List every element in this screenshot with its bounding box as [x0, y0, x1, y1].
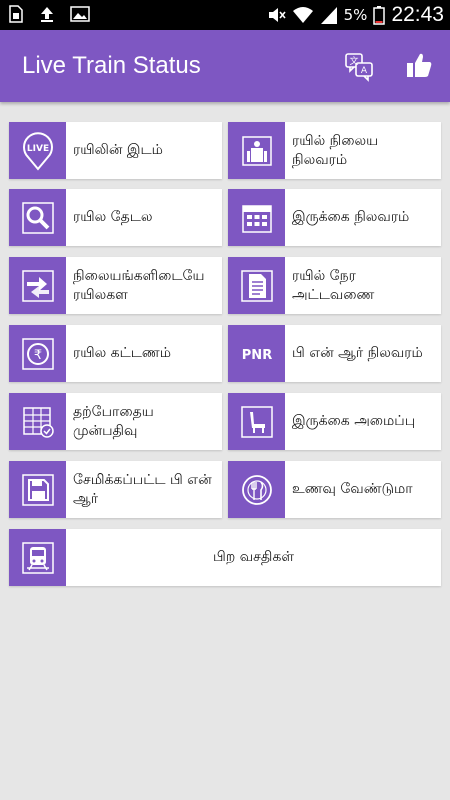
svg-text:文: 文 — [349, 55, 358, 67]
tile-order-food[interactable]: உணவு வேண்டுமா — [228, 461, 441, 518]
tile-label: ரயில தேடல — [73, 209, 153, 225]
tile-seat-availability[interactable]: இருக்கை நிலவரம் — [228, 189, 441, 246]
upload-icon — [41, 7, 53, 22]
tile-station-status[interactable]: ரயில் நிலைய நிலவரம் — [228, 122, 441, 179]
tile-seat-layout[interactable]: இருக்கை அமைப்பு — [228, 393, 441, 450]
tile-icon-box — [9, 529, 66, 586]
tile-icon-box — [228, 189, 285, 246]
signal-icon — [320, 7, 337, 24]
tile-icon-box — [9, 461, 66, 518]
wifi-icon — [292, 7, 313, 23]
tile-saved-pnr[interactable]: சேமிக்கப்பட்ட பி என் ஆர் — [9, 461, 222, 518]
tile-icon-box — [9, 393, 66, 450]
document-icon — [240, 269, 273, 302]
status-bar: 5% 22:43 — [0, 0, 450, 30]
mute-icon — [268, 8, 286, 22]
tile-icon-box: ₹ — [9, 325, 66, 382]
translate-button[interactable]: 文 A — [343, 50, 375, 82]
tile-train-fare[interactable]: ₹ ரயில கட்டணம் — [9, 325, 222, 382]
tile-icon-box — [9, 189, 66, 246]
translate-icon: 文 A — [345, 53, 373, 82]
svg-text:₹: ₹ — [33, 348, 41, 363]
live-location-icon: LIVE — [22, 131, 53, 171]
tile-label: இருக்கை அமைப்பு — [292, 413, 416, 429]
food-icon — [241, 474, 272, 505]
tile-label: ரயில் நேர அட்டவணை — [292, 267, 375, 303]
status-right: 5% 22:43 — [266, 3, 444, 27]
tile-trains-between-stations[interactable]: நிலையங்களிடையே ரயிலகள — [9, 257, 222, 314]
tile-label: ரயிலின் இடம் — [73, 142, 163, 158]
sim-card-icon — [9, 5, 23, 23]
pnr-icon: PNR — [241, 348, 271, 363]
tile-other-services[interactable]: பிற வசதிகள் — [9, 529, 441, 586]
thumbs-up-icon — [407, 53, 432, 77]
tile-label: பிற வசதிகள் — [213, 549, 294, 565]
search-icon — [21, 201, 54, 234]
tile-label: பி என் ஆர் நிலவரம் — [292, 345, 423, 361]
battery-percent: 5% — [343, 6, 368, 24]
tile-live-location[interactable]: LIVE ரயிலின் இடம் — [9, 122, 222, 179]
tile-icon-box — [228, 393, 285, 450]
tile-label: இருக்கை நிலவரம் — [292, 209, 410, 225]
battery-icon — [373, 6, 386, 25]
tile-icon-box — [228, 461, 285, 518]
booking-grid-icon — [22, 406, 54, 438]
tile-icon-box: LIVE — [9, 122, 66, 179]
status-left-icons — [8, 5, 90, 23]
tile-label: தற்போதைய முன்பதிவு — [73, 403, 154, 439]
tile-train-search[interactable]: ரயில தேடல — [9, 189, 222, 246]
svg-text:A: A — [361, 66, 368, 76]
pnr-text: PNR — [241, 348, 271, 363]
tile-icon-box — [228, 257, 285, 314]
tile-icon-box — [9, 257, 66, 314]
calendar-icon — [241, 204, 272, 233]
tile-icon-box — [228, 122, 285, 179]
tile-label: ரயில் நிலைய நிலவரம் — [292, 132, 379, 168]
seat-icon — [240, 405, 273, 438]
tile-pnr-status[interactable]: PNR பி என் ஆர் நிலவரம் — [228, 325, 441, 382]
tile-current-booking[interactable]: தற்போதைய முன்பதிவு — [9, 393, 222, 450]
train-icon — [21, 541, 54, 574]
app-bar: Live Train Status 文 A — [0, 30, 450, 102]
station-icon — [241, 135, 272, 166]
tile-label: சேமிக்கப்பட்ட பி என் ஆர் — [73, 471, 212, 507]
tile-label: நிலையங்களிடையே ரயிலகள — [73, 267, 205, 303]
clock: 22:43 — [391, 3, 444, 26]
tile-label: உணவு வேண்டுமா — [292, 481, 413, 497]
live-text: LIVE — [26, 144, 48, 154]
tile-label: ரயில கட்டணம் — [73, 345, 171, 361]
image-icon — [70, 6, 90, 22]
tile-train-schedule[interactable]: ரயில் நேர அட்டவணை — [228, 257, 441, 314]
like-button[interactable] — [404, 50, 436, 82]
swap-arrows-icon — [21, 269, 54, 302]
save-icon — [21, 473, 54, 506]
tile-icon-box: PNR — [228, 325, 285, 382]
rupee-icon: ₹ — [21, 337, 54, 370]
app-title: Live Train Status — [22, 52, 201, 79]
